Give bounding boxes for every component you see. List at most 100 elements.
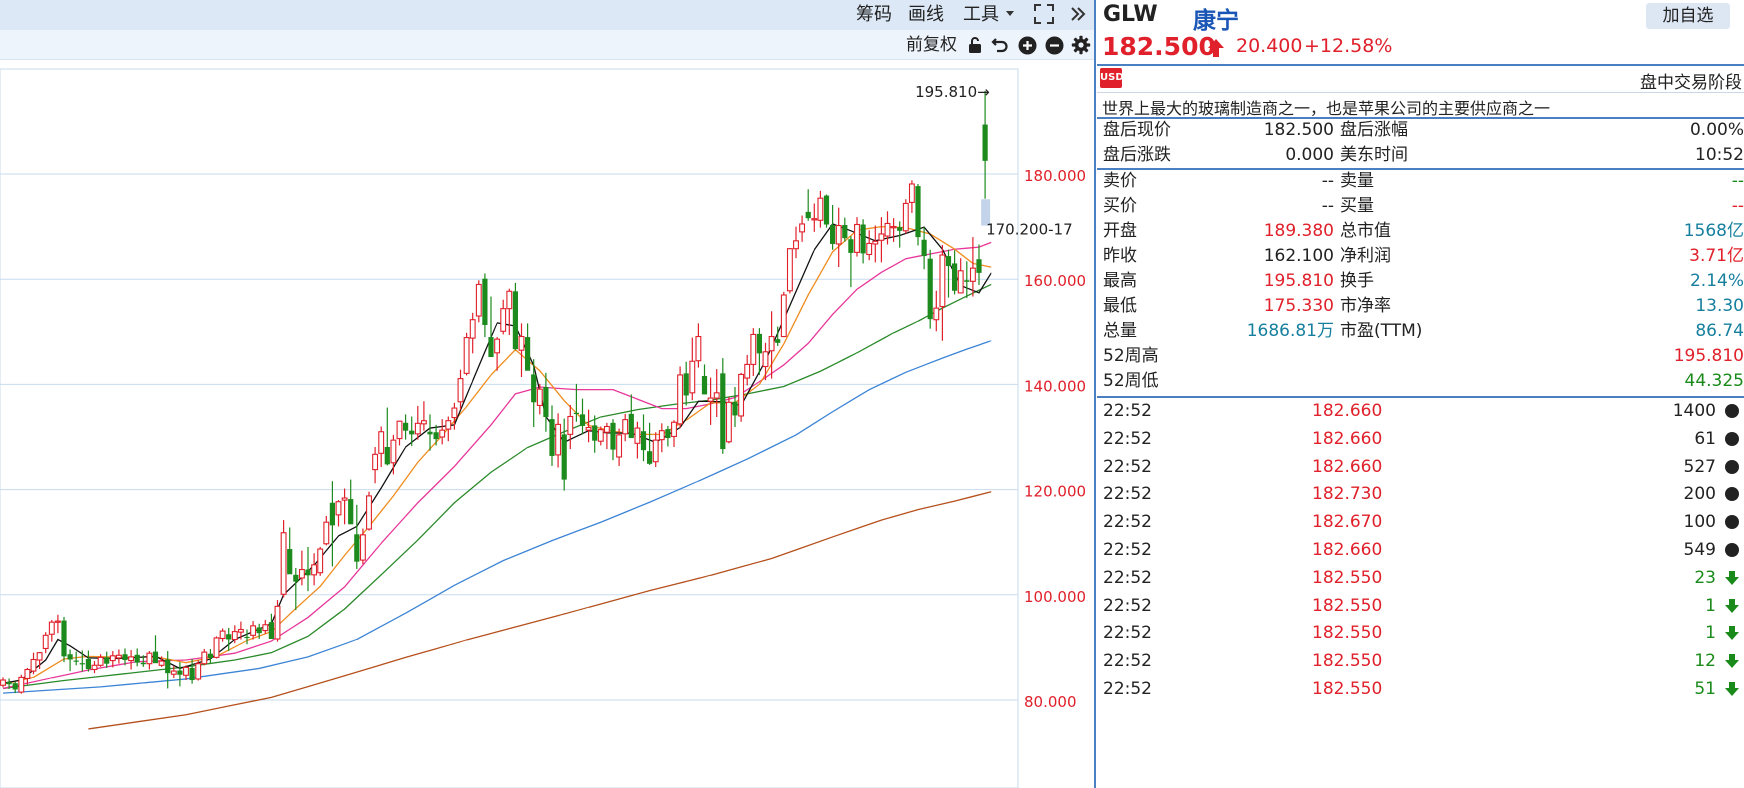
panel-divider[interactable] <box>1094 0 1096 788</box>
quote-row: 52周低 44.325 <box>1097 369 1744 394</box>
quote-label: 市净率 <box>1340 296 1391 316</box>
quote-value: 175.330 <box>1263 296 1334 316</box>
draw-line-button[interactable]: 画线 <box>908 3 944 27</box>
gear-icon[interactable] <box>1071 35 1091 55</box>
candle-body <box>512 291 518 350</box>
quote-value: 10:52 <box>1695 145 1744 165</box>
candle-body <box>24 668 31 679</box>
candle-body <box>97 656 104 666</box>
symbol-row: GLW 康宁 加自选 <box>1097 0 1744 34</box>
quote-value: 1686.81万 <box>1246 321 1334 341</box>
candle-body <box>152 651 159 664</box>
neutral-dot-icon <box>1725 431 1739 446</box>
candle-body <box>280 532 287 595</box>
candle-body <box>305 569 311 576</box>
candle-body <box>603 425 610 433</box>
candle-body <box>695 335 702 362</box>
trade-row: 22:52 182.670 100 <box>1097 508 1744 536</box>
quote-value: 162.100 <box>1263 246 1334 266</box>
quote-label: 市盈(TTM) <box>1340 321 1423 341</box>
neutral-dot-icon <box>1725 459 1739 474</box>
candle-body <box>317 548 324 574</box>
zoom-out-icon[interactable] <box>1044 35 1064 55</box>
trade-volume: 200 <box>1683 484 1716 505</box>
ma120-line <box>88 491 992 730</box>
trade-volume: 51 <box>1694 679 1716 699</box>
trade-time: 22:52 <box>1103 651 1152 672</box>
candle-body <box>799 223 806 233</box>
quote-value: 3.71亿 <box>1689 246 1744 266</box>
candle-body <box>707 397 714 402</box>
quote-value: 44.325 <box>1684 371 1744 391</box>
fullscreen-icon[interactable] <box>1033 3 1055 32</box>
candle-body <box>134 654 140 663</box>
candle-body <box>744 363 751 379</box>
trade-volume: 23 <box>1694 567 1716 588</box>
candle-body <box>573 412 579 415</box>
candle-body <box>689 360 696 394</box>
candle-body <box>469 319 476 339</box>
quote-value: 86.74 <box>1695 321 1744 341</box>
candle-body <box>658 430 665 441</box>
quote-label: 美东时间 <box>1340 145 1408 165</box>
stock-app: 筹码 画线 工具 前复权 80.000 100.000 120.000 140.… <box>0 0 1744 788</box>
candle-body <box>982 124 988 161</box>
candle-body <box>665 429 671 439</box>
candle-body <box>616 434 623 458</box>
quote-value: -- <box>1321 171 1334 191</box>
collapse-panel-icon[interactable] <box>1070 3 1086 32</box>
trading-phase: 盘中交易阶段 <box>1640 73 1742 93</box>
candle-body <box>226 634 232 640</box>
plot-frame <box>0 68 1019 788</box>
candle-body <box>634 427 641 444</box>
kline-chart-area[interactable]: 筹码 画线 工具 前复权 80.000 100.000 120.000 140.… <box>0 0 1096 788</box>
candle-body <box>30 658 37 672</box>
add-watchlist-button[interactable]: 加自选 <box>1646 3 1730 29</box>
candle-body <box>725 401 732 443</box>
adjust-mode-button[interactable]: 前复权 <box>906 33 957 57</box>
quote-panel: GLW 康宁 加自选 182.500 20.400 +12.58% USD 盘中… <box>1097 0 1744 788</box>
trade-row: 22:52 182.730 200 <box>1097 480 1744 508</box>
ma10-line <box>2 225 992 685</box>
candle-body <box>720 373 726 450</box>
candle-body <box>457 378 464 403</box>
candle-body <box>311 564 318 576</box>
candle-body <box>811 218 818 221</box>
trade-row: 22:52 182.550 1 <box>1097 592 1744 620</box>
candle-body <box>104 657 110 664</box>
candle-body <box>555 423 562 456</box>
chips-button[interactable]: 筹码 <box>856 3 892 27</box>
kline-chart[interactable]: 80.000 100.000 120.000 140.000 160.000 180.00… <box>0 60 1094 788</box>
candle-body <box>543 387 549 418</box>
quote-label: 净利润 <box>1340 246 1391 266</box>
quote-row: 总量 1686.81万 市盈(TTM) 86.74 <box>1097 319 1744 344</box>
ma5-line <box>2 223 992 684</box>
quote-value: 1568亿 <box>1683 221 1744 241</box>
candle-body <box>671 421 677 438</box>
candle-body <box>780 294 787 338</box>
undo-icon[interactable] <box>990 35 1010 55</box>
candle-body <box>945 256 952 267</box>
candle-body <box>366 495 372 530</box>
candle-body <box>85 658 91 669</box>
candle-body <box>897 227 903 231</box>
candle-body <box>817 197 824 221</box>
quote-label: 最高 <box>1103 271 1137 291</box>
arrow-down-icon <box>1725 682 1739 696</box>
trade-price: 182.550 <box>1312 651 1383 672</box>
tools-menu-button[interactable]: 工具 <box>963 3 1015 27</box>
candle-body <box>652 439 659 463</box>
candle-body <box>244 636 250 639</box>
zoom-in-icon[interactable] <box>1017 35 1037 55</box>
candle-body <box>274 605 281 640</box>
unlock-icon[interactable] <box>965 35 985 55</box>
candle-body <box>902 202 909 232</box>
candle-body <box>969 267 976 282</box>
candle-body <box>475 283 482 317</box>
quote-label: 昨收 <box>1103 246 1137 266</box>
candle-body <box>732 401 738 416</box>
quote-value: -- <box>1731 171 1744 191</box>
candle-body <box>54 620 61 623</box>
candle-body <box>445 420 452 430</box>
quote-value: 2.14% <box>1689 271 1744 291</box>
